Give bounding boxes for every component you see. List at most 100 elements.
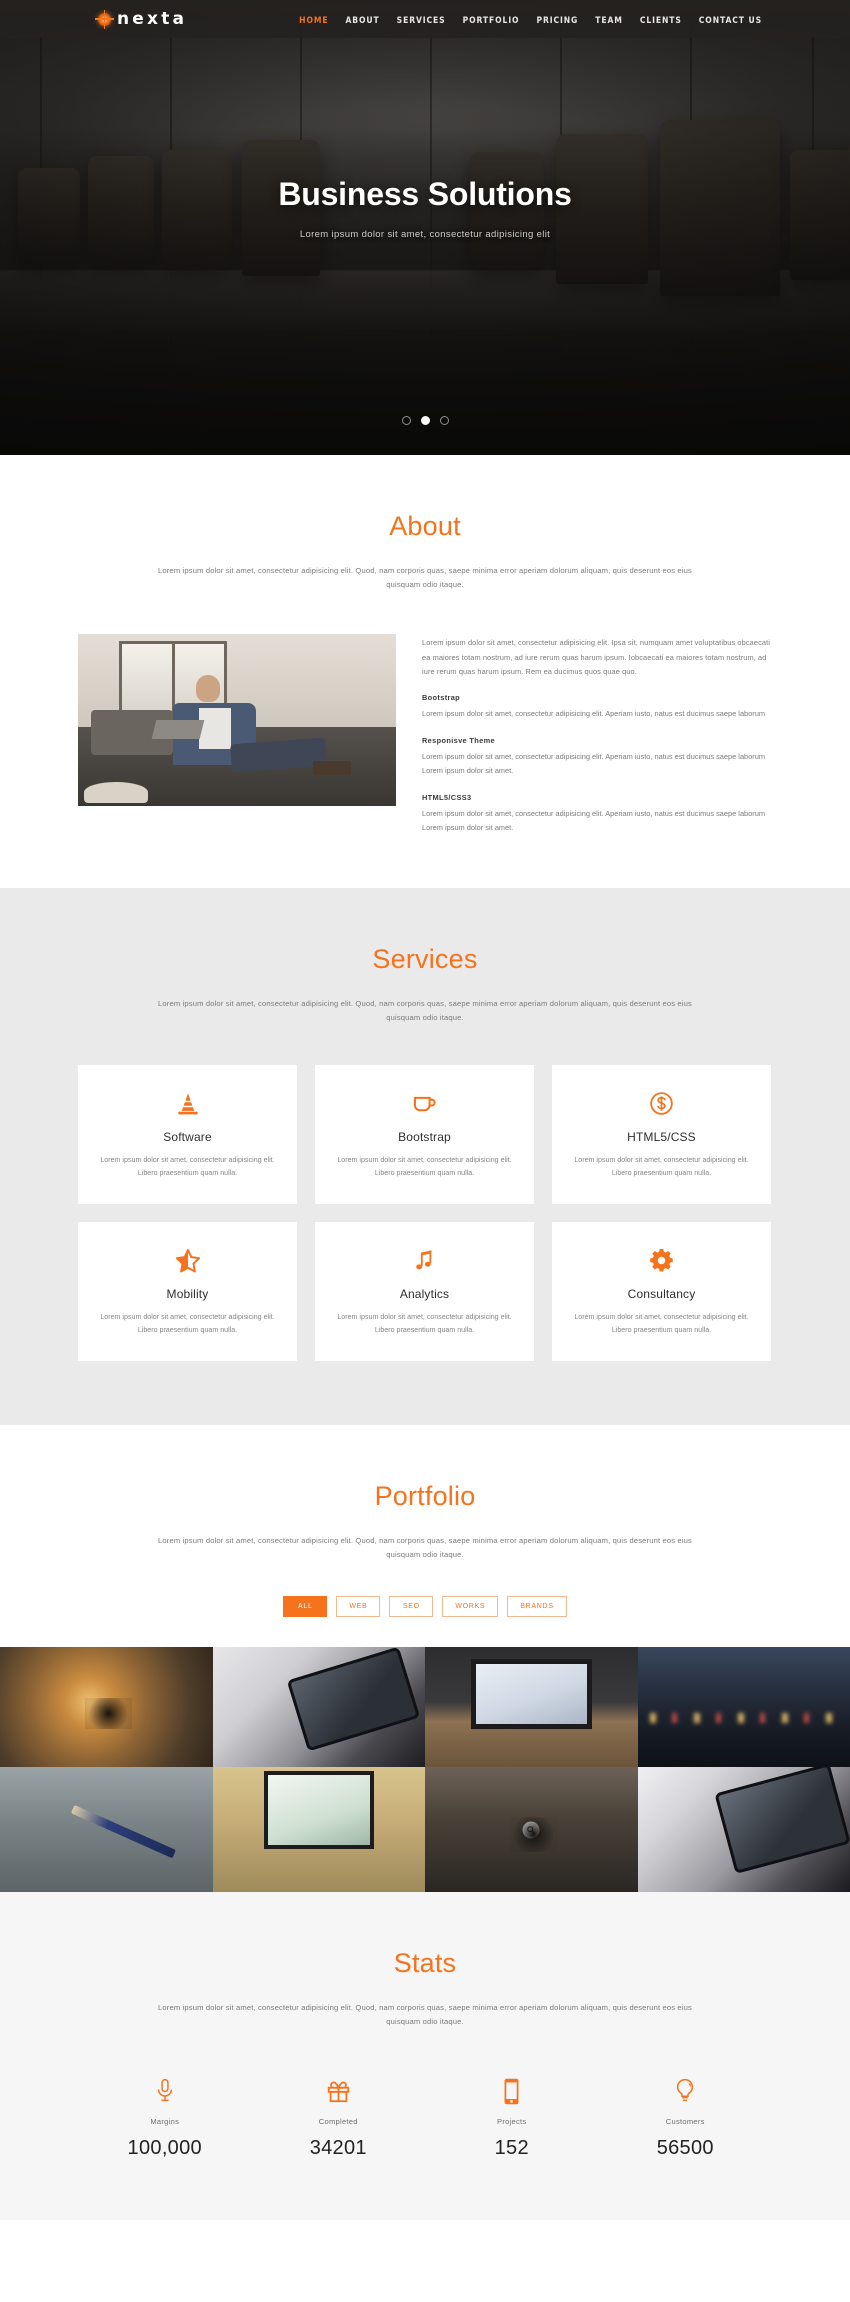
stat-label: Margins <box>150 2117 180 2127</box>
nav-link-pricing[interactable]: PRICING <box>536 16 578 26</box>
nav-link-contact-us[interactable]: CONTACT US <box>699 16 762 26</box>
nav-link-about[interactable]: ABOUT <box>345 16 379 26</box>
about-block-html5-css3: HTML5/CSS3 Lorem ipsum dolor sit amet, c… <box>422 793 772 836</box>
portfolio-item[interactable] <box>212 1647 425 1768</box>
service-desc: Lorem ipsum dolor sit amet, consectetur … <box>100 1312 275 1335</box>
gift-icon <box>252 2075 426 2107</box>
music-note-icon <box>331 1244 518 1278</box>
about-block-body: Lorem ipsum dolor sit amet, consectetur … <box>422 709 766 719</box>
service-desc: Lorem ipsum dolor sit amet, consectetur … <box>100 1155 275 1177</box>
service-name: Consultancy <box>627 1286 696 1301</box>
service-card-mobility[interactable]: Mobility Lorem ipsum dolor sit amet, con… <box>78 1221 297 1362</box>
portfolio-filter-seo[interactable]: SEO <box>389 1596 434 1618</box>
nav-link-clients[interactable]: CLIENTS <box>640 16 682 26</box>
service-name: Bootstrap <box>398 1129 451 1144</box>
stat-value: 100,000 <box>127 2137 202 2160</box>
portfolio-grid <box>0 1647 850 1893</box>
about-block-bootstrap: Bootstrap Lorem ipsum dolor sit amet, co… <box>422 693 772 721</box>
nav-link-services[interactable]: SERVICES <box>397 16 446 26</box>
gear-icon <box>568 1244 755 1278</box>
lightbulb-icon <box>599 2075 773 2107</box>
hero-title: Business Solutions <box>278 176 572 212</box>
service-card-html5-css[interactable]: HTML5/CSS Lorem ipsum dolor sit amet, co… <box>552 1064 771 1204</box>
portfolio-item[interactable] <box>0 1647 213 1768</box>
services-description: Lorem ipsum dolor sit amet, consectetur … <box>158 998 692 1022</box>
portfolio-item[interactable] <box>425 1647 638 1768</box>
microphone-icon <box>78 2075 252 2107</box>
about-block-body: Lorem ipsum dolor sit amet, consectetur … <box>422 808 766 833</box>
about-block-body: Lorem ipsum dolor sit amet, consectetur … <box>422 751 766 776</box>
portfolio-filter-web[interactable]: WEB <box>336 1596 381 1618</box>
main-navbar: nexta HOME ABOUT SERVICES PORTFOLIO PRIC… <box>0 0 850 38</box>
portfolio-item[interactable] <box>637 1767 850 1893</box>
stat-value: 34201 <box>309 2137 367 2160</box>
carousel-indicators <box>0 416 850 425</box>
dollar-circle-icon <box>568 1087 755 1121</box>
stats-grid: Margins 100,000 Completed 34201 Projects… <box>78 2075 772 2160</box>
services-title: Services <box>372 943 478 974</box>
portfolio-filter-works[interactable]: WORKS <box>442 1596 499 1618</box>
stat-projects: Projects 152 <box>425 2075 599 2160</box>
nav-link-team[interactable]: TEAM <box>595 16 623 26</box>
nav-item-home: HOME <box>299 10 328 28</box>
hero-copy: Business Solutions Lorem ipsum dolor sit… <box>0 176 850 240</box>
portfolio-item[interactable] <box>212 1767 425 1893</box>
nav-item-clients: CLIENTS <box>640 10 682 28</box>
stat-customers: Customers 56500 <box>599 2075 773 2160</box>
coffee-cup-icon <box>331 1087 518 1121</box>
service-desc: Lorem ipsum dolor sit amet, consectetur … <box>574 1312 749 1335</box>
portfolio-item[interactable] <box>0 1767 213 1893</box>
nav-item-portfolio: PORTFOLIO <box>463 10 520 28</box>
service-desc: Lorem ipsum dolor sit amet, consectetur … <box>574 1155 749 1177</box>
nav-item-pricing: PRICING <box>536 10 578 28</box>
stat-label: Projects <box>497 2117 527 2127</box>
portfolio-item[interactable] <box>637 1647 850 1768</box>
about-section: About Lorem ipsum dolor sit amet, consec… <box>0 455 850 888</box>
services-grid: Software Lorem ipsum dolor sit amet, con… <box>78 1064 772 1362</box>
nav-item-about: ABOUT <box>345 10 379 28</box>
logo-text: nexta <box>117 9 188 29</box>
stat-margins: Margins 100,000 <box>78 2075 252 2160</box>
nav-item-team: TEAM <box>595 10 623 28</box>
about-title: About <box>389 511 461 541</box>
service-desc: Lorem ipsum dolor sit amet, consectetur … <box>337 1312 512 1335</box>
service-card-bootstrap[interactable]: Bootstrap Lorem ipsum dolor sit amet, co… <box>315 1064 534 1204</box>
service-name: Software <box>163 1129 212 1144</box>
service-name: HTML5/CSS <box>627 1129 696 1144</box>
stat-label: Completed <box>318 2117 358 2127</box>
stat-label: Customers <box>665 2117 705 2127</box>
half-star-icon <box>94 1244 281 1278</box>
stats-section: Stats Lorem ipsum dolor sit amet, consec… <box>0 1892 850 2221</box>
stat-completed: Completed 34201 <box>252 2075 426 2160</box>
about-photo <box>78 634 396 807</box>
mobile-phone-icon <box>425 2075 599 2107</box>
sun-burst-icon <box>95 9 114 29</box>
service-desc: Lorem ipsum dolor sit amet, consectetur … <box>337 1155 512 1177</box>
portfolio-filter-all[interactable]: ALL <box>283 1596 328 1618</box>
stat-value: 56500 <box>656 2137 714 2160</box>
magnifier-icon[interactable] <box>522 1821 540 1839</box>
about-block-heading: HTML5/CSS3 <box>422 792 472 802</box>
carousel-dot-1[interactable] <box>401 416 411 425</box>
carousel-dot-2[interactable] <box>420 416 430 425</box>
site-logo[interactable]: nexta <box>95 9 188 29</box>
service-card-software[interactable]: Software Lorem ipsum dolor sit amet, con… <box>78 1064 297 1204</box>
carousel-dot-3[interactable] <box>439 416 449 425</box>
nav-item-contact-us: CONTACT US <box>699 10 762 28</box>
nav-link-portfolio[interactable]: PORTFOLIO <box>463 16 520 26</box>
service-name: Mobility <box>166 1286 209 1301</box>
nav-menu: HOME ABOUT SERVICES PORTFOLIO PRICING TE… <box>299 10 762 28</box>
stats-title: Stats <box>393 1948 457 1979</box>
about-lead-paragraph: Lorem ipsum dolor sit amet, consectetur … <box>422 638 770 676</box>
services-section: Services Lorem ipsum dolor sit amet, con… <box>0 887 850 1426</box>
portfolio-filter-brands[interactable]: BRANDS <box>507 1596 567 1618</box>
service-card-consultancy[interactable]: Consultancy Lorem ipsum dolor sit amet, … <box>552 1221 771 1362</box>
portfolio-section: Portfolio Lorem ipsum dolor sit amet, co… <box>0 1425 850 1893</box>
portfolio-description: Lorem ipsum dolor sit amet, consectetur … <box>158 1536 692 1560</box>
portfolio-item[interactable] <box>425 1767 638 1893</box>
nav-link-home[interactable]: HOME <box>299 16 328 26</box>
service-card-analytics[interactable]: Analytics Lorem ipsum dolor sit amet, co… <box>315 1221 534 1362</box>
about-block-heading: Responisve Theme <box>422 735 495 745</box>
stat-value: 152 <box>494 2137 529 2160</box>
traffic-cone-icon <box>94 1087 281 1121</box>
